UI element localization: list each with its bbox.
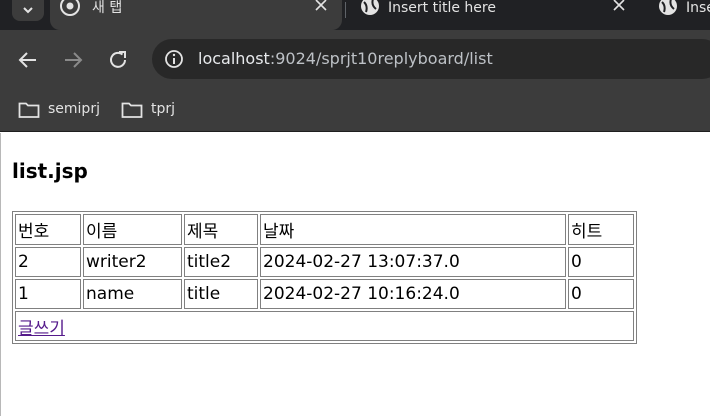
page-title: list.jsp [12, 159, 88, 183]
tab-strip: 새 탭 Insert title here Inse [0, 0, 710, 30]
url-host: localhost [198, 49, 270, 68]
page-content: list.jsp 번호 이름 제목 날짜 히트 2 writer2 title2… [0, 133, 710, 416]
table-row: 1 name title 2024-02-27 10:16:24.0 0 [15, 279, 634, 309]
write-post-link[interactable]: 글쓰기 [18, 319, 65, 339]
tab-insert-title[interactable]: Insert title here [350, 0, 642, 30]
cell-title: title2 [184, 247, 258, 277]
close-icon[interactable] [612, 0, 626, 14]
back-arrow-icon[interactable] [16, 48, 40, 72]
header-cell-number: 번호 [15, 214, 81, 245]
cell-number: 2 [15, 247, 81, 277]
cell-hit: 0 [568, 279, 634, 309]
tab-label: Insert title here [388, 0, 496, 16]
cell-date: 2024-02-27 10:16:24.0 [260, 279, 566, 309]
board-list-table: 번호 이름 제목 날짜 히트 2 writer2 title2 2024-02-… [12, 211, 637, 344]
close-icon[interactable] [314, 0, 328, 14]
write-link-cell: 글쓰기 [15, 311, 634, 341]
address-bar[interactable]: localhost:9024/sprjt10replyboard/list [152, 39, 710, 79]
bookmark-label: tprj [151, 101, 176, 117]
table-header-row: 번호 이름 제목 날짜 히트 [15, 214, 634, 245]
tab-search-button[interactable] [12, 0, 44, 21]
bookmark-label: semiprj [48, 101, 100, 117]
folder-icon [18, 102, 40, 118]
url-path: :9024/sprjt10replyboard/list [269, 49, 493, 68]
info-icon[interactable] [164, 49, 184, 69]
globe-icon [659, 0, 677, 15]
globe-icon [361, 0, 379, 15]
header-cell-hit: 히트 [568, 214, 634, 245]
forward-arrow-icon[interactable] [61, 48, 85, 72]
cell-number: 1 [15, 279, 81, 309]
cell-hit: 0 [568, 247, 634, 277]
tab-new-tab[interactable]: 새 탭 [50, 0, 342, 30]
cell-name: writer2 [83, 247, 182, 277]
chevron-down-icon [23, 7, 33, 14]
bookmarks-bar: semiprj tprj [0, 90, 710, 132]
folder-icon [121, 102, 143, 118]
table-footer-row: 글쓰기 [15, 311, 634, 341]
cell-title: title [184, 279, 258, 309]
cell-date: 2024-02-27 13:07:37.0 [260, 247, 566, 277]
reload-icon[interactable] [106, 48, 130, 72]
header-cell-name: 이름 [83, 214, 182, 245]
header-cell-title: 제목 [184, 214, 258, 245]
tab-label: 새 탭 [92, 0, 123, 16]
tab-label: Inse [686, 0, 710, 16]
chrome-icon [60, 0, 80, 16]
address-url[interactable]: localhost:9024/sprjt10replyboard/list [198, 49, 493, 68]
browser-toolbar: localhost:9024/sprjt10replyboard/list [0, 30, 710, 90]
header-cell-date: 날짜 [260, 214, 566, 245]
tab-separator [345, 2, 346, 18]
table-row: 2 writer2 title2 2024-02-27 13:07:37.0 0 [15, 247, 634, 277]
cell-name: name [83, 279, 182, 309]
tab-insert-title-2[interactable]: Inse [648, 0, 710, 30]
